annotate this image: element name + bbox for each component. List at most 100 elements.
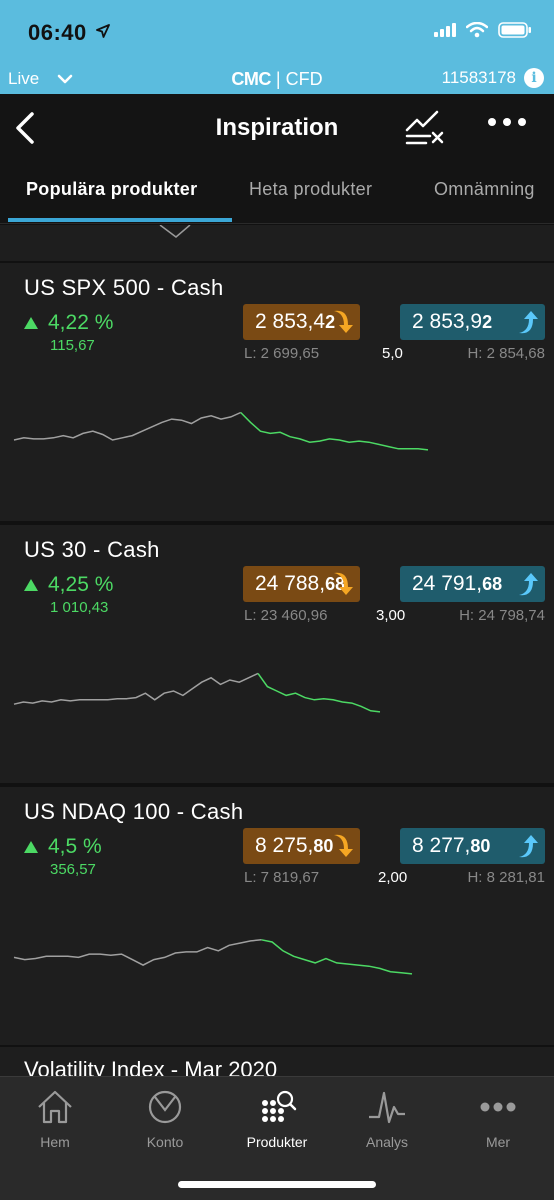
sell-button[interactable]: 24 788, 68 bbox=[243, 566, 360, 602]
arrow-down-icon bbox=[334, 834, 353, 857]
battery-icon bbox=[498, 22, 531, 38]
sparkline-series-after-min bbox=[261, 939, 413, 975]
account-bar: Live CMC | CFD 11583178 i bbox=[0, 66, 554, 94]
high-price: H: 24 798,74 bbox=[459, 607, 545, 624]
sell-price-main: 8 275, bbox=[255, 834, 314, 857]
sell-button[interactable]: 2 853,4 2 bbox=[243, 304, 360, 340]
brand-logo-text: CMC bbox=[231, 69, 271, 89]
change-row: 4,22 % bbox=[24, 311, 113, 335]
buy-price-main: 2 853,9 bbox=[412, 310, 483, 333]
low-price: L: 2 699,65 bbox=[244, 345, 320, 362]
product-name: US 30 - Cash bbox=[24, 537, 160, 562]
spread: 5,0 bbox=[382, 345, 403, 362]
buy-price-big: 68 bbox=[482, 573, 503, 594]
change-percent: 4,25 % bbox=[48, 573, 114, 596]
tab-strip: Populära produkter Heta produkter Omnämn… bbox=[0, 162, 554, 224]
sparkline-series-after-min bbox=[240, 411, 429, 451]
nav-bar: Inspiration bbox=[0, 94, 554, 162]
sparkline-series-after-min bbox=[257, 672, 381, 713]
chart-toggle-icon[interactable] bbox=[404, 110, 446, 146]
tab-popular[interactable]: Populära produkter bbox=[26, 179, 197, 200]
arrow-up-icon bbox=[519, 311, 538, 334]
more-options-icon[interactable] bbox=[488, 118, 526, 126]
buy-price-big: 80 bbox=[470, 835, 491, 856]
buy-price-main: 8 277, bbox=[412, 834, 471, 857]
tab-hot[interactable]: Heta produkter bbox=[249, 179, 372, 200]
brand-suffix: | CFD bbox=[275, 69, 323, 89]
low-price: L: 7 819,67 bbox=[244, 869, 320, 886]
page-title: Inspiration bbox=[215, 114, 339, 141]
info-icon[interactable]: i bbox=[524, 68, 544, 88]
home-indicator bbox=[178, 1181, 376, 1188]
product-name: Volatility Index - Mar 2020 bbox=[24, 1057, 278, 1076]
product-name: US NDAQ 100 - Cash bbox=[24, 799, 244, 824]
buy-button[interactable]: 24 791, 68 bbox=[400, 566, 545, 602]
spread: 3,00 bbox=[376, 607, 406, 624]
product-card[interactable]: US SPX 500 - Cash 4,22 % 115,67 2 853,4 2… bbox=[0, 263, 554, 521]
product-list[interactable]: US SPX 500 - Cash 4,22 % 115,67 2 853,4 2… bbox=[0, 225, 554, 1076]
status-time: 06:40 bbox=[28, 20, 87, 45]
arrow-up-icon bbox=[519, 835, 538, 858]
change-percent: 4,5 % bbox=[48, 835, 102, 858]
buy-button[interactable]: 2 853,9 2 bbox=[400, 304, 545, 340]
change-row: 4,25 % bbox=[24, 573, 113, 597]
products-icon bbox=[262, 1090, 297, 1122]
location-arrow-icon bbox=[96, 24, 110, 38]
sparkline-series-before-min bbox=[13, 411, 242, 441]
sell-button[interactable]: 8 275, 80 bbox=[243, 828, 360, 864]
spread: 2,00 bbox=[378, 869, 408, 886]
tabbar-label: Hem bbox=[40, 1134, 70, 1150]
account-number[interactable]: 11583178 i bbox=[442, 68, 544, 88]
tabbar-home[interactable]: Hem bbox=[0, 1089, 110, 1150]
partial-sparkline bbox=[159, 225, 191, 238]
tabbar-label: Analys bbox=[365, 1134, 409, 1150]
sparkline-chart bbox=[13, 411, 429, 451]
tab-mentioned[interactable]: Omnämning bbox=[434, 179, 535, 200]
change-absolute: 1 010,43 bbox=[50, 599, 109, 616]
tabbar-account[interactable]: Konto bbox=[110, 1089, 220, 1150]
arrow-down-icon bbox=[334, 310, 353, 333]
high-price: H: 2 854,68 bbox=[467, 345, 545, 362]
change-percent: 4,22 % bbox=[48, 311, 114, 334]
low-price: L: 23 460,96 bbox=[244, 607, 328, 624]
tabbar-analysis[interactable]: Analys bbox=[332, 1089, 442, 1150]
up-triangle-icon bbox=[24, 317, 38, 329]
account-icon bbox=[148, 1090, 182, 1124]
list-item-partial bbox=[0, 225, 554, 261]
signal-icon bbox=[434, 23, 456, 37]
sell-price-main: 24 788, bbox=[255, 572, 326, 595]
tabbar-more[interactable]: Mer bbox=[443, 1089, 553, 1150]
arrow-up-icon bbox=[519, 573, 538, 596]
sell-price-main: 2 853,4 bbox=[255, 310, 326, 333]
high-price: H: 8 281,81 bbox=[467, 869, 545, 886]
tabbar-label: Produkter bbox=[246, 1134, 308, 1150]
buy-price-main: 24 791, bbox=[412, 572, 483, 595]
product-card[interactable]: US 30 - Cash 4,25 % 1 010,43 24 788, 68 2… bbox=[0, 525, 554, 783]
wifi-icon bbox=[466, 22, 488, 38]
more-icon bbox=[480, 1102, 516, 1112]
buy-price-big: 2 bbox=[482, 311, 493, 332]
up-triangle-icon bbox=[24, 579, 38, 591]
arrow-down-icon bbox=[334, 572, 353, 595]
tab-active-indicator bbox=[8, 218, 232, 222]
product-name: US SPX 500 - Cash bbox=[24, 275, 224, 300]
product-card[interactable]: US NDAQ 100 - Cash 4,5 % 356,57 8 275, 80… bbox=[0, 787, 554, 1045]
sparkline-series-before-min bbox=[13, 672, 259, 705]
status-icons bbox=[434, 22, 532, 38]
change-absolute: 356,57 bbox=[50, 861, 96, 878]
analysis-icon bbox=[369, 1091, 405, 1124]
change-absolute: 115,67 bbox=[50, 337, 95, 354]
status-bar: 06:40 bbox=[0, 0, 554, 66]
tabbar-label: Konto bbox=[146, 1134, 184, 1150]
home-icon bbox=[38, 1090, 72, 1124]
tabbar-products[interactable]: Produkter bbox=[222, 1089, 332, 1150]
product-card[interactable]: Volatility Index - Mar 2020 bbox=[0, 1047, 554, 1076]
account-number-text: 11583178 bbox=[441, 68, 516, 87]
sparkline-series-before-min bbox=[13, 939, 262, 966]
sparkline-chart bbox=[13, 939, 413, 975]
sparkline-chart bbox=[13, 672, 381, 713]
buy-button[interactable]: 8 277, 80 bbox=[400, 828, 545, 864]
change-row: 4,5 % bbox=[24, 835, 102, 859]
tabbar-label: Mer bbox=[485, 1134, 511, 1150]
up-triangle-icon bbox=[24, 841, 38, 853]
